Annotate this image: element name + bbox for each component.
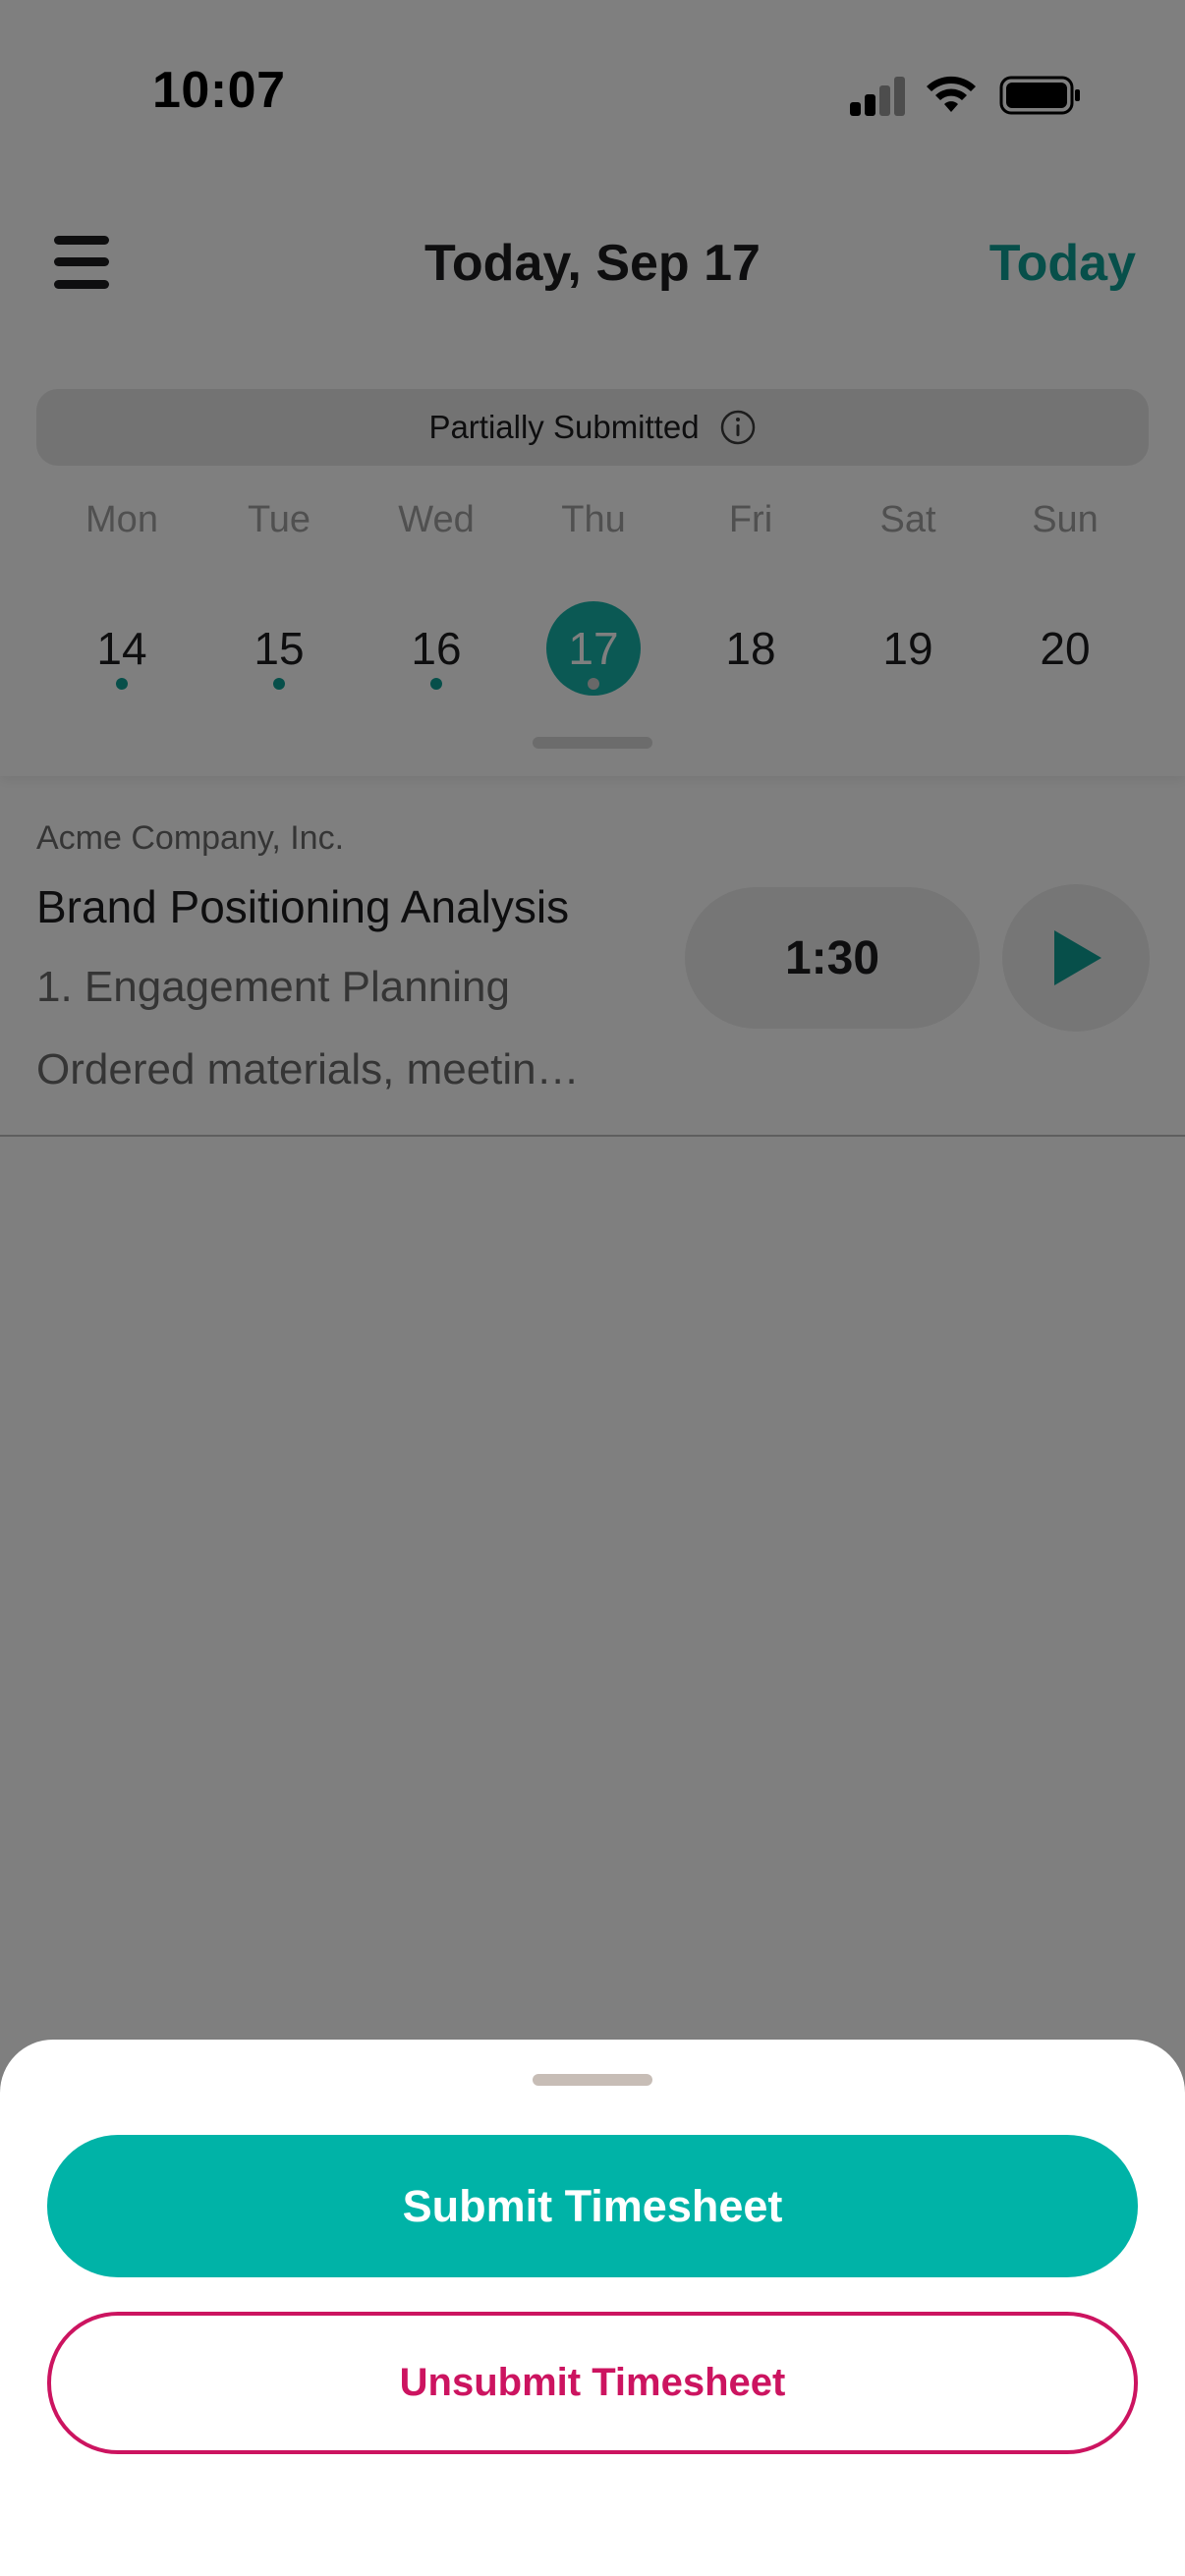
timesheet-action-sheet: Submit Timesheet Unsubmit Timesheet (0, 2040, 1185, 2576)
submit-timesheet-button[interactable]: Submit Timesheet (47, 2135, 1138, 2277)
unsubmit-timesheet-button[interactable]: Unsubmit Timesheet (47, 2312, 1138, 2454)
timesheet-screen: 10:07 Today, Sep 17 Today Partially Subm… (0, 0, 1185, 2576)
sheet-drag-handle[interactable] (533, 2074, 652, 2086)
